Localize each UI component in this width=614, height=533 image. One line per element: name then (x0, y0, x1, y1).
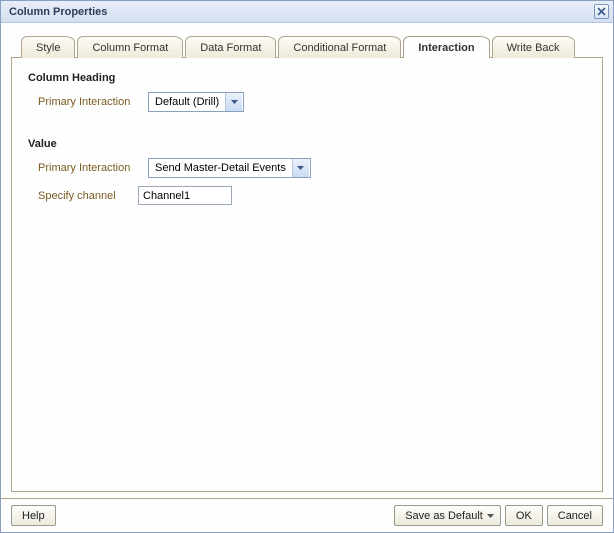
label-column-heading-primary-interaction: Primary Interaction (38, 96, 148, 108)
select-value-primary-interaction[interactable]: Send Master-Detail Events (148, 158, 311, 178)
save-as-default-label: Save as Default (405, 510, 483, 522)
dialog-footer: Help Save as Default OK Cancel (1, 498, 613, 532)
tab-column-format[interactable]: Column Format (77, 36, 183, 58)
ok-button[interactable]: OK (505, 505, 543, 526)
section-value: Value Primary Interaction Send Master-De… (28, 138, 586, 205)
tab-write-back[interactable]: Write Back (492, 36, 575, 58)
tabstrip: Style Column Format Data Format Conditio… (11, 33, 603, 57)
save-as-default-button[interactable]: Save as Default (394, 505, 501, 526)
cancel-button[interactable]: Cancel (547, 505, 603, 526)
help-button[interactable]: Help (11, 505, 56, 526)
row-specify-channel: Specify channel (28, 186, 586, 205)
row-column-heading-primary-interaction: Primary Interaction Default (Drill) (28, 92, 586, 112)
tab-data-format[interactable]: Data Format (185, 36, 276, 58)
footer-right-group: Save as Default OK Cancel (394, 505, 603, 526)
tab-panel-interaction: Column Heading Primary Interaction Defau… (11, 57, 603, 492)
tab-style[interactable]: Style (21, 36, 75, 58)
dialog-body: Style Column Format Data Format Conditio… (1, 23, 613, 498)
close-icon (597, 7, 606, 16)
tab-interaction[interactable]: Interaction (403, 36, 489, 58)
chevron-down-icon (487, 514, 494, 518)
section-heading-column-heading: Column Heading (28, 72, 586, 84)
label-value-primary-interaction: Primary Interaction (38, 162, 148, 174)
dialog-title: Column Properties (9, 6, 107, 18)
column-properties-dialog: Column Properties Style Column Format Da… (0, 0, 614, 533)
label-specify-channel: Specify channel (38, 190, 138, 202)
select-value: Send Master-Detail Events (149, 162, 292, 174)
close-button[interactable] (594, 4, 609, 19)
select-value: Default (Drill) (149, 96, 225, 108)
input-specify-channel[interactable] (138, 186, 232, 205)
chevron-down-icon (225, 93, 242, 111)
section-column-heading: Column Heading Primary Interaction Defau… (28, 72, 586, 112)
titlebar: Column Properties (1, 1, 613, 23)
tab-conditional-format[interactable]: Conditional Format (278, 36, 401, 58)
select-column-heading-primary-interaction[interactable]: Default (Drill) (148, 92, 244, 112)
chevron-down-icon (292, 159, 309, 177)
section-heading-value: Value (28, 138, 586, 150)
row-value-primary-interaction: Primary Interaction Send Master-Detail E… (28, 158, 586, 178)
